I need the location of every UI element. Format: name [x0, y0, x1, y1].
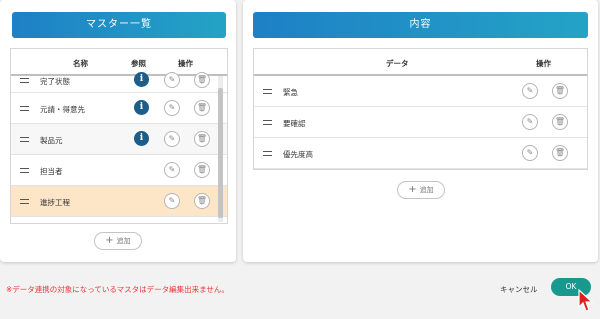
trash-icon: 🗑	[196, 196, 208, 205]
add-content-label: 追加	[419, 186, 434, 194]
master-row[interactable]: 完了状態 i ✎ 🗑	[11, 72, 227, 93]
pencil-icon: ✎	[168, 75, 176, 84]
edit-button[interactable]: ✎	[164, 193, 180, 209]
master-row[interactable]: 担当者 ✎ 🗑	[11, 155, 227, 186]
cancel-button[interactable]: キャンセル	[500, 284, 538, 295]
trash-icon: 🗑	[196, 103, 208, 112]
scrollbar-thumb[interactable]	[218, 88, 223, 218]
delete-button[interactable]: 🗑	[194, 100, 210, 116]
info-icon[interactable]: i	[134, 131, 149, 146]
master-row[interactable]: 元請・得意先 i ✎ 🗑	[11, 93, 227, 124]
master-row-selected[interactable]: 進捗工程 ✎ 🗑	[11, 186, 227, 217]
trash-icon: 🗑	[196, 134, 208, 143]
pencil-icon: ✎	[168, 196, 176, 205]
drag-handle-icon[interactable]	[20, 106, 29, 111]
content-table: データ 操作 緊急 ✎ 🗑 要確認 ✎ 🗑 優先度高 ✎ 🗑	[253, 48, 588, 170]
delete-button[interactable]: 🗑	[552, 83, 568, 99]
edit-button[interactable]: ✎	[164, 162, 180, 178]
drag-handle-icon[interactable]	[263, 151, 272, 156]
content-row[interactable]: 優先度高 ✎ 🗑	[254, 138, 587, 169]
master-row[interactable]: 製品元 i ✎ 🗑	[11, 124, 227, 155]
info-icon[interactable]: i	[134, 72, 149, 87]
add-master-button[interactable]: + 追加	[94, 232, 142, 250]
delete-button[interactable]: 🗑	[194, 162, 210, 178]
master-row-label: 担当者	[40, 167, 63, 176]
trash-icon: 🗑	[196, 75, 208, 84]
master-list-table: 名称 参照 操作 完了状態 i ✎ 🗑 元請・得意先 i ✎ 🗑 製品元 i ✎…	[10, 48, 228, 224]
content-title: 内容	[253, 12, 588, 38]
master-row-label: 完了状態	[40, 77, 70, 86]
error-message: ※データ連携の対象になっているマスタはデータ編集出来ません。	[6, 285, 229, 294]
content-row[interactable]: 緊急 ✎ 🗑	[254, 76, 587, 107]
add-content-button[interactable]: + 追加	[397, 181, 445, 199]
content-row-label: 緊急	[283, 88, 298, 97]
master-list-title: マスター一覧	[12, 12, 226, 38]
drag-handle-icon[interactable]	[20, 137, 29, 142]
content-row-label: 要確認	[283, 119, 306, 128]
column-header-name: 名称	[73, 59, 88, 68]
mouse-cursor-icon	[578, 289, 594, 312]
master-row-label: 進捗工程	[40, 198, 70, 207]
plus-icon: +	[105, 235, 114, 246]
delete-button[interactable]: 🗑	[194, 72, 210, 88]
edit-button[interactable]: ✎	[164, 100, 180, 116]
trash-icon: 🗑	[554, 117, 566, 126]
drag-handle-icon[interactable]	[20, 168, 29, 173]
drag-handle-icon[interactable]	[20, 199, 29, 204]
edit-button[interactable]: ✎	[522, 145, 538, 161]
drag-handle-icon[interactable]	[263, 89, 272, 94]
plus-icon: +	[408, 184, 417, 195]
info-icon[interactable]: i	[134, 100, 149, 115]
pencil-icon: ✎	[526, 148, 534, 157]
column-header-data: データ	[386, 59, 409, 68]
delete-button[interactable]: 🗑	[194, 193, 210, 209]
edit-button[interactable]: ✎	[164, 131, 180, 147]
master-row-label: 元請・得意先	[40, 105, 85, 114]
edit-button[interactable]: ✎	[522, 114, 538, 130]
master-list-panel: マスター一覧 名称 参照 操作 完了状態 i ✎ 🗑 元請・得意先 i ✎ 🗑 …	[0, 0, 236, 262]
column-header-ops: 操作	[536, 59, 551, 68]
trash-icon: 🗑	[196, 165, 208, 174]
content-panel: 内容 データ 操作 緊急 ✎ 🗑 要確認 ✎ 🗑 優先度高 ✎ 🗑 + 追加	[243, 0, 598, 262]
master-list-header-row: 名称 参照 操作	[11, 49, 227, 76]
delete-button[interactable]: 🗑	[552, 114, 568, 130]
trash-icon: 🗑	[554, 86, 566, 95]
drag-handle-icon[interactable]	[20, 78, 29, 83]
pencil-icon: ✎	[526, 86, 534, 95]
trash-icon: 🗑	[554, 148, 566, 157]
column-header-ref: 参照	[131, 59, 146, 68]
edit-button[interactable]: ✎	[522, 83, 538, 99]
edit-button[interactable]: ✎	[164, 72, 180, 88]
content-header-row: データ 操作	[254, 49, 587, 76]
drag-handle-icon[interactable]	[263, 120, 272, 125]
master-row-label: 製品元	[40, 136, 63, 145]
column-header-ops: 操作	[178, 59, 193, 68]
pencil-icon: ✎	[526, 117, 534, 126]
delete-button[interactable]: 🗑	[552, 145, 568, 161]
pencil-icon: ✎	[168, 103, 176, 112]
add-master-label: 追加	[116, 237, 131, 245]
delete-button[interactable]: 🗑	[194, 131, 210, 147]
pencil-icon: ✎	[168, 134, 176, 143]
pencil-icon: ✎	[168, 165, 176, 174]
content-row[interactable]: 要確認 ✎ 🗑	[254, 107, 587, 138]
content-row-label: 優先度高	[283, 150, 313, 159]
